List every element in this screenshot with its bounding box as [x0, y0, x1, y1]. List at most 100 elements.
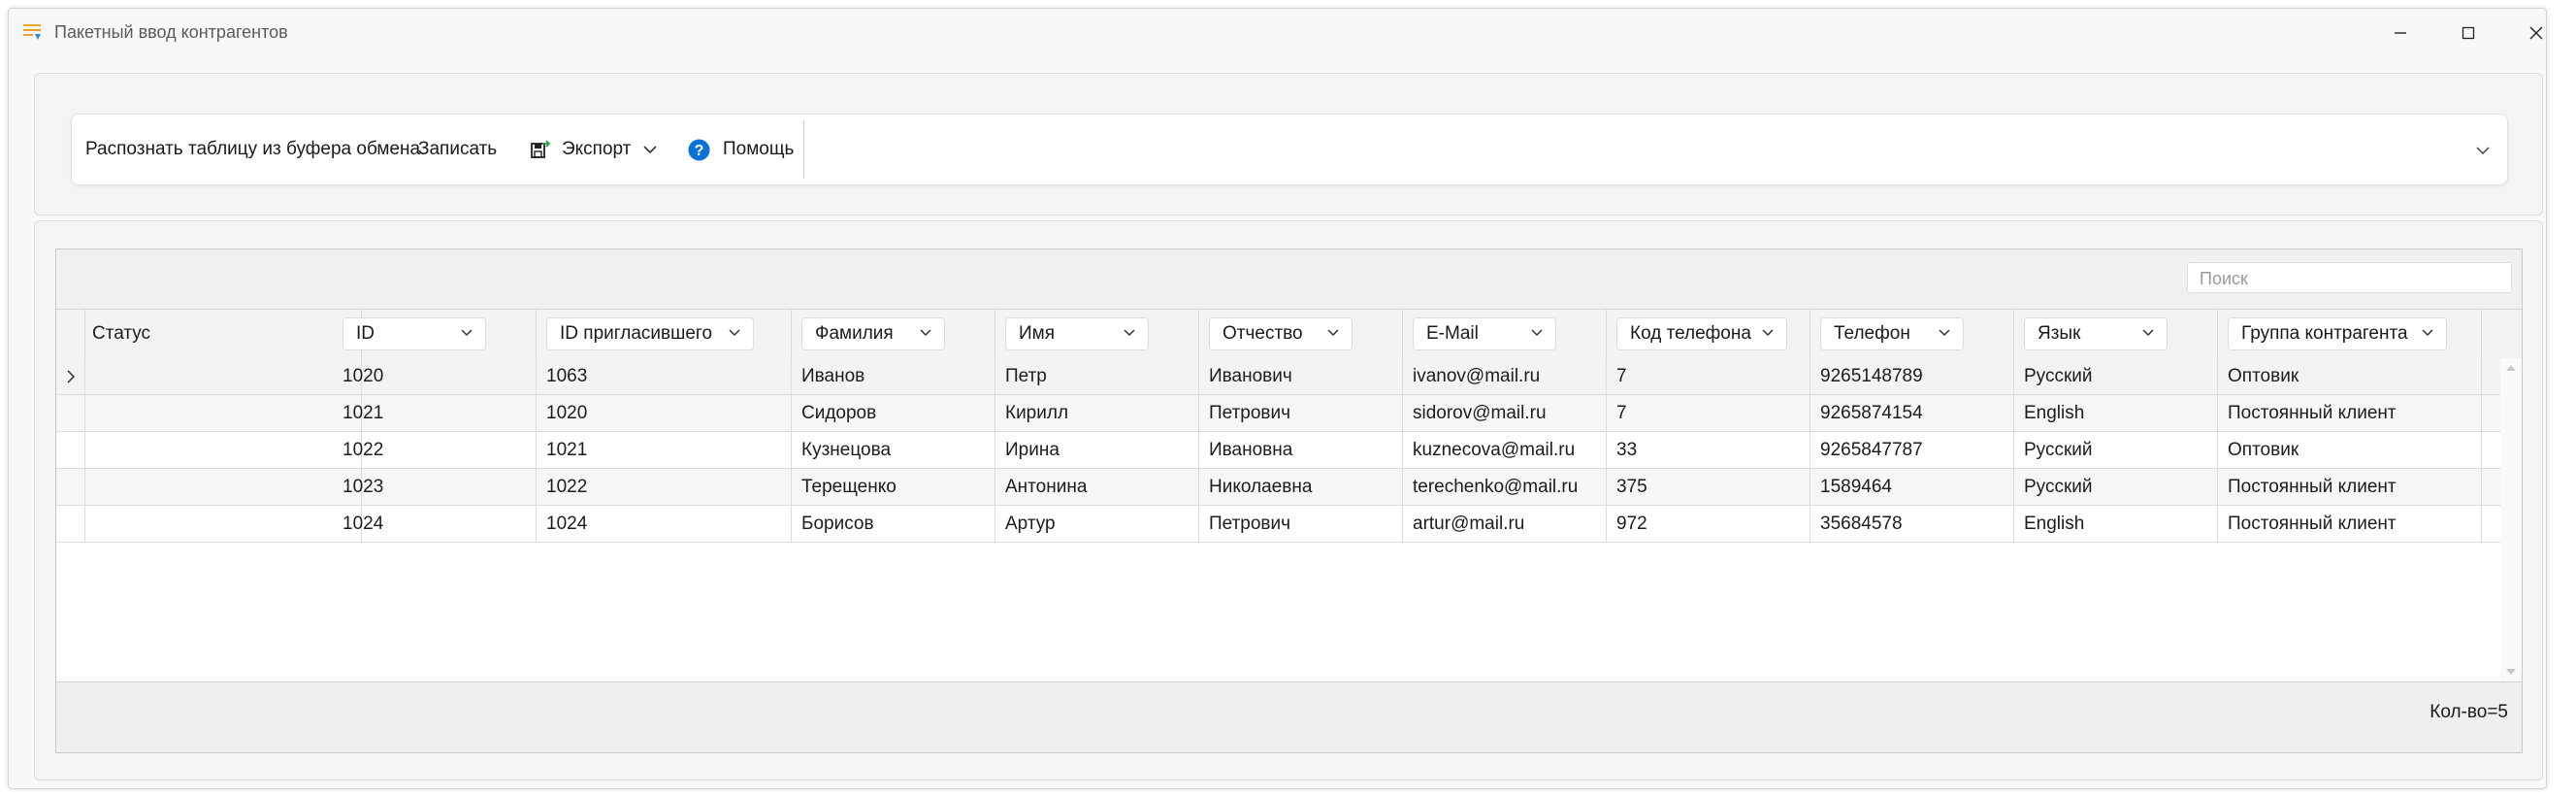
filter-email-button[interactable]: E-Mail [1413, 317, 1556, 350]
filter-group-label: Группа контрагента [2241, 323, 2408, 344]
filter-phone-button[interactable]: Телефон [1820, 317, 1964, 350]
cell-firstname[interactable]: Ирина [995, 432, 1199, 469]
cell-status[interactable] [85, 358, 362, 395]
cell-phone[interactable]: 9265874154 [1810, 395, 2014, 432]
cell-phone-code[interactable]: 972 [1607, 506, 1810, 543]
cell-firstname[interactable]: Кирилл [995, 395, 1199, 432]
filter-id-button[interactable]: ID [342, 317, 486, 350]
table-row[interactable]: 1023 1022 Терещенко Антонина Николаевна … [56, 469, 2522, 506]
cell-group[interactable]: Оптовик [2218, 358, 2482, 395]
close-button[interactable] [2517, 18, 2556, 48]
filter-firstname-label: Имя [1019, 323, 1056, 344]
cell-lastname[interactable]: Иванов [792, 358, 995, 395]
cell-email[interactable]: terechenko@mail.ru [1403, 469, 1607, 506]
cell-patronymic[interactable]: Иванович [1199, 358, 1403, 395]
cell-inviter-id[interactable]: 1021 [537, 432, 792, 469]
cell-language[interactable]: Русский [2014, 358, 2218, 395]
cell-inviter-id[interactable]: 1024 [537, 506, 792, 543]
cell-status[interactable] [85, 432, 362, 469]
save-button[interactable]: Записать [418, 115, 497, 184]
cell-inviter-id[interactable]: 1022 [537, 469, 792, 506]
row-indicator[interactable] [56, 469, 85, 506]
cell-firstname[interactable]: Артур [995, 506, 1199, 543]
close-icon [2529, 26, 2543, 40]
recognize-clipboard-button[interactable]: Распознать таблицу из буфера обмена [85, 115, 420, 184]
minimize-button[interactable] [2381, 18, 2420, 48]
cell-status[interactable] [85, 469, 362, 506]
cell-status[interactable] [85, 395, 362, 432]
filter-phone-code-button[interactable]: Код телефона [1616, 317, 1787, 350]
table-row[interactable]: 1021 1020 Сидоров Кирилл Петрович sidoro… [56, 395, 2522, 432]
cell-patronymic[interactable]: Николаевна [1199, 469, 1403, 506]
cell-language[interactable]: Русский [2014, 469, 2218, 506]
filter-group-button[interactable]: Группа контрагента [2228, 317, 2447, 350]
cell-status[interactable] [85, 506, 362, 543]
row-indicator[interactable] [56, 395, 85, 432]
cell-phone[interactable]: 9265847787 [1810, 432, 2014, 469]
table-row[interactable]: 1022 1021 Кузнецова Ирина Ивановна kuzne… [56, 432, 2522, 469]
cell-phone-code[interactable]: 7 [1607, 358, 1810, 395]
scroll-up-icon[interactable] [2500, 360, 2522, 376]
cell-group[interactable]: Постоянный клиент [2218, 469, 2482, 506]
cell-phone-code[interactable]: 33 [1607, 432, 1810, 469]
filter-firstname-button[interactable]: Имя [1005, 317, 1149, 350]
column-header-lastname: Фамилия [792, 310, 995, 358]
scroll-down-icon[interactable] [2500, 664, 2522, 680]
table-row[interactable]: 1020 1063 Иванов Петр Иванович ivanov@ma… [56, 358, 2522, 395]
cell-phone-code[interactable]: 7 [1607, 395, 1810, 432]
filter-patronymic-button[interactable]: Отчество [1209, 317, 1353, 350]
cell-language[interactable]: English [2014, 395, 2218, 432]
column-header-inviter-id: ID пригласившего [537, 310, 792, 358]
cell-phone-code[interactable]: 375 [1607, 469, 1810, 506]
cell-patronymic[interactable]: Петрович [1199, 506, 1403, 543]
collapse-ribbon-icon[interactable] [2474, 142, 2492, 159]
cell-email[interactable]: artur@mail.ru [1403, 506, 1607, 543]
cell-inviter-id[interactable]: 1063 [537, 358, 792, 395]
cell-email[interactable]: ivanov@mail.ru [1403, 358, 1607, 395]
cell-phone[interactable]: 35684578 [1810, 506, 2014, 543]
status-header-label: Статус [92, 323, 151, 344]
export-save-icon [531, 140, 551, 158]
toolbar-panel: Распознать таблицу из буфера обмена Запи… [34, 73, 2543, 216]
cell-lastname[interactable]: Борисов [792, 506, 995, 543]
cell-firstname[interactable]: Петр [995, 358, 1199, 395]
cell-id[interactable]: 1024 [333, 506, 537, 543]
filter-lastname-label: Фамилия [815, 323, 894, 344]
column-header-status[interactable]: Статус [85, 310, 362, 358]
cell-id[interactable]: 1022 [333, 432, 537, 469]
cell-id[interactable]: 1020 [333, 358, 537, 395]
maximize-button[interactable] [2449, 18, 2488, 48]
cell-lastname[interactable]: Сидоров [792, 395, 995, 432]
cell-group[interactable]: Оптовик [2218, 432, 2482, 469]
cell-language[interactable]: English [2014, 506, 2218, 543]
help-button[interactable]: ? Помощь [688, 115, 794, 184]
cell-firstname[interactable]: Антонина [995, 469, 1199, 506]
column-header-id: ID [333, 310, 537, 358]
export-dropdown-button[interactable]: Экспорт [530, 115, 658, 184]
row-indicator[interactable] [56, 358, 85, 395]
search-input[interactable]: Поиск [2187, 262, 2512, 293]
cell-language[interactable]: Русский [2014, 432, 2218, 469]
cell-email[interactable]: kuznecova@mail.ru [1403, 432, 1607, 469]
vertical-scrollbar[interactable] [2500, 358, 2522, 681]
cell-phone[interactable]: 1589464 [1810, 469, 2014, 506]
cell-lastname[interactable]: Кузнецова [792, 432, 995, 469]
cell-lastname[interactable]: Терещенко [792, 469, 995, 506]
filter-language-button[interactable]: Язык [2024, 317, 2168, 350]
cell-group[interactable]: Постоянный клиент [2218, 506, 2482, 543]
row-indicator[interactable] [56, 432, 85, 469]
cell-id[interactable]: 1021 [333, 395, 537, 432]
cell-phone[interactable]: 9265148789 [1810, 358, 2014, 395]
toolbar-separator [803, 120, 804, 179]
table-row[interactable]: 1024 1024 Борисов Артур Петрович artur@m… [56, 506, 2522, 543]
filter-lastname-button[interactable]: Фамилия [801, 317, 945, 350]
row-indicator[interactable] [56, 506, 85, 543]
cell-patronymic[interactable]: Ивановна [1199, 432, 1403, 469]
cell-inviter-id[interactable]: 1020 [537, 395, 792, 432]
cell-email[interactable]: sidorov@mail.ru [1403, 395, 1607, 432]
filter-id-label: ID [356, 323, 375, 344]
cell-group[interactable]: Постоянный клиент [2218, 395, 2482, 432]
filter-inviter-id-button[interactable]: ID пригласившего [546, 317, 754, 350]
cell-id[interactable]: 1023 [333, 469, 537, 506]
cell-patronymic[interactable]: Петрович [1199, 395, 1403, 432]
